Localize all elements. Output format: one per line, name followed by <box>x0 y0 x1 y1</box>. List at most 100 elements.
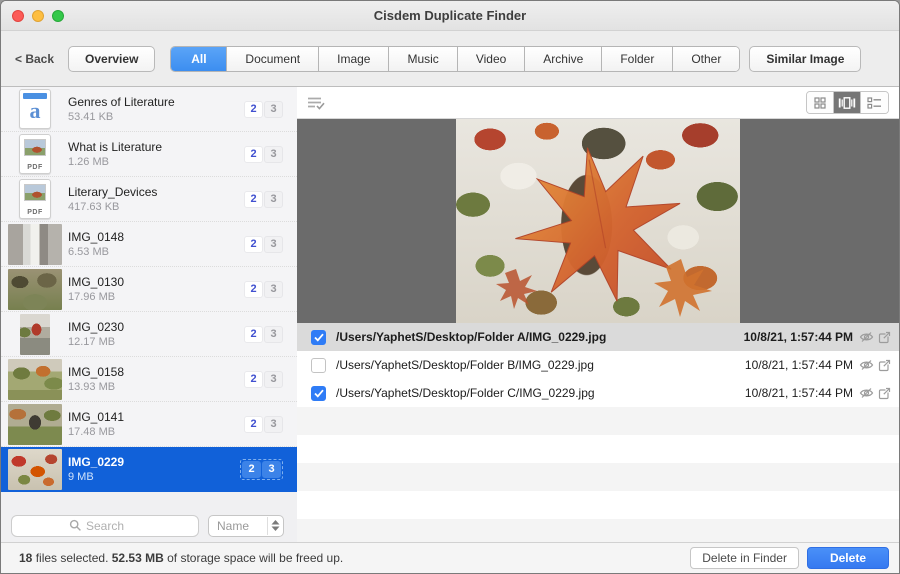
total-count-badge: 3 <box>264 100 283 118</box>
title-bar: Cisdem Duplicate Finder <box>1 1 899 31</box>
file-name: What is Literature <box>68 139 163 154</box>
tab-all[interactable]: All <box>171 46 228 71</box>
search-icon <box>69 519 81 531</box>
file-path: /Users/YaphetS/Desktop/Folder C/IMG_0229… <box>336 386 595 400</box>
file-name: Literary_Devices <box>68 184 158 199</box>
duplicate-group-row[interactable]: IMG_0158 13.93 MB 2 3 <box>1 357 297 402</box>
hide-preview-icon[interactable] <box>859 387 874 399</box>
hide-preview-icon[interactable] <box>859 359 874 371</box>
coverflow-view-icon <box>838 96 856 109</box>
duplicate-count-badges: 2 3 <box>240 458 283 480</box>
file-date: 10/8/21, 1:57:44 PM <box>743 330 853 344</box>
tab-music[interactable]: Music <box>389 46 458 71</box>
file-path: /Users/YaphetS/Desktop/Folder A/IMG_0229… <box>336 330 607 344</box>
duplicate-group-row[interactable]: IMG_0230 12.17 MB 2 3 <box>1 312 297 357</box>
reveal-in-finder-icon[interactable] <box>878 387 891 400</box>
file-name: IMG_0230 <box>68 319 125 334</box>
photo-trees-icon <box>8 268 62 310</box>
file-size: 17.96 MB <box>68 290 116 303</box>
file-path: /Users/YaphetS/Desktop/Folder B/IMG_0229… <box>336 358 594 372</box>
file-icon-slot <box>6 268 64 310</box>
duplicate-group-row[interactable]: Genres of Literature 53.41 KB 2 3 <box>1 87 297 132</box>
tab-other[interactable]: Other <box>673 46 740 71</box>
duplicate-count-badges: 2 3 <box>244 370 283 388</box>
search-row: Name <box>1 512 297 542</box>
view-mode-toggles <box>806 91 889 114</box>
photo-road-icon <box>20 313 50 355</box>
tab-video[interactable]: Video <box>457 46 526 71</box>
main-content: Genres of Literature 53.41 KB 2 3 What i… <box>1 87 899 542</box>
duplicate-count-badges: 2 3 <box>244 325 283 343</box>
duplicate-file-row[interactable]: /Users/YaphetS/Desktop/Folder B/IMG_0229… <box>297 351 899 379</box>
delete-in-finder-button[interactable]: Delete in Finder <box>690 547 799 569</box>
file-checkbox[interactable] <box>311 385 326 401</box>
select-all-icon[interactable] <box>307 96 326 110</box>
total-count-badge: 3 <box>264 370 283 388</box>
total-count-badge: 3 <box>264 280 283 298</box>
list-view-icon <box>867 96 881 109</box>
duplicate-group-row[interactable]: IMG_0130 17.96 MB 2 3 <box>1 267 297 312</box>
total-count-badge: 3 <box>264 190 283 208</box>
duplicate-group-row[interactable]: IMG_0148 6.53 MB 2 3 <box>1 222 297 267</box>
tab-label: Music <box>407 51 439 66</box>
selected-count-badge: 2 <box>244 415 263 433</box>
sort-select[interactable]: Name <box>208 514 284 537</box>
file-name: IMG_0158 <box>68 364 125 379</box>
pdf-icon <box>19 179 51 219</box>
file-checkbox[interactable] <box>311 329 326 345</box>
duplicate-groups-list: Genres of Literature 53.41 KB 2 3 What i… <box>1 87 297 492</box>
duplicate-file-row[interactable]: /Users/YaphetS/Desktop/Folder C/IMG_0229… <box>297 379 899 407</box>
preview-area <box>297 119 899 323</box>
delete-button[interactable]: Delete <box>806 547 889 569</box>
tab-label: All <box>191 51 207 66</box>
reveal-in-finder-icon[interactable] <box>878 331 891 344</box>
selected-count-badge: 2 <box>244 235 263 253</box>
toolbar: < Back Overview All Document Image Music… <box>1 31 899 87</box>
search-input[interactable] <box>11 514 199 537</box>
app-window: Cisdem Duplicate Finder < Back Overview … <box>0 0 900 574</box>
duplicate-count-badges: 2 3 <box>244 100 283 118</box>
file-date: 10/8/21, 1:57:44 PM <box>744 386 853 400</box>
file-size: 17.48 MB <box>68 425 116 438</box>
reveal-in-finder-icon[interactable] <box>878 359 891 372</box>
doc-text-icon <box>19 89 51 129</box>
checkmark-icon <box>313 333 324 342</box>
photo-leaves-icon <box>8 448 62 490</box>
overview-button[interactable]: Overview <box>68 45 156 72</box>
file-checkbox[interactable] <box>311 357 326 373</box>
sort-select-value: Name <box>217 518 250 533</box>
tab-folder[interactable]: Folder <box>602 46 674 71</box>
grid-view-button[interactable] <box>807 92 834 113</box>
checkmark-icon <box>313 389 324 398</box>
similar-image-button[interactable]: Similar Image <box>749 45 862 72</box>
file-icon-slot <box>6 179 64 219</box>
file-icon-slot <box>6 403 64 445</box>
file-icon-slot <box>6 223 64 265</box>
tab-image[interactable]: Image <box>319 46 390 71</box>
tab-archive[interactable]: Archive <box>525 46 603 71</box>
file-name: IMG_0130 <box>68 274 125 289</box>
file-icon-slot <box>6 134 64 174</box>
sidebar-filler <box>1 492 297 512</box>
tab-document[interactable]: Document <box>227 46 320 71</box>
duplicate-group-row[interactable]: IMG_0229 9 MB 2 3 <box>1 447 297 492</box>
list-view-button[interactable] <box>861 92 888 113</box>
file-icon-slot <box>6 89 64 129</box>
hide-preview-icon[interactable] <box>859 331 874 343</box>
grid-view-icon <box>814 96 826 109</box>
duplicate-group-row[interactable]: Literary_Devices 417.63 KB 2 3 <box>1 177 297 222</box>
back-button[interactable]: < Back <box>15 52 54 66</box>
total-count-badge: 3 <box>264 145 283 163</box>
file-icon-slot <box>6 313 64 355</box>
tab-label: Folder <box>620 51 655 66</box>
file-icon-slot <box>6 358 64 400</box>
duplicate-group-row[interactable]: IMG_0141 17.48 MB 2 3 <box>1 402 297 447</box>
file-size: 9 MB <box>68 470 94 483</box>
coverflow-view-button[interactable] <box>834 92 861 113</box>
duplicate-group-row[interactable]: What is Literature 1.26 MB 2 3 <box>1 132 297 177</box>
file-date: 10/8/21, 1:57:44 PM <box>744 358 853 372</box>
duplicates-panel-toolbar <box>297 87 899 119</box>
selected-count-badge: 2 <box>244 145 263 163</box>
total-count-badge: 3 <box>264 235 283 253</box>
duplicate-file-row[interactable]: /Users/YaphetS/Desktop/Folder A/IMG_0229… <box>297 323 899 351</box>
